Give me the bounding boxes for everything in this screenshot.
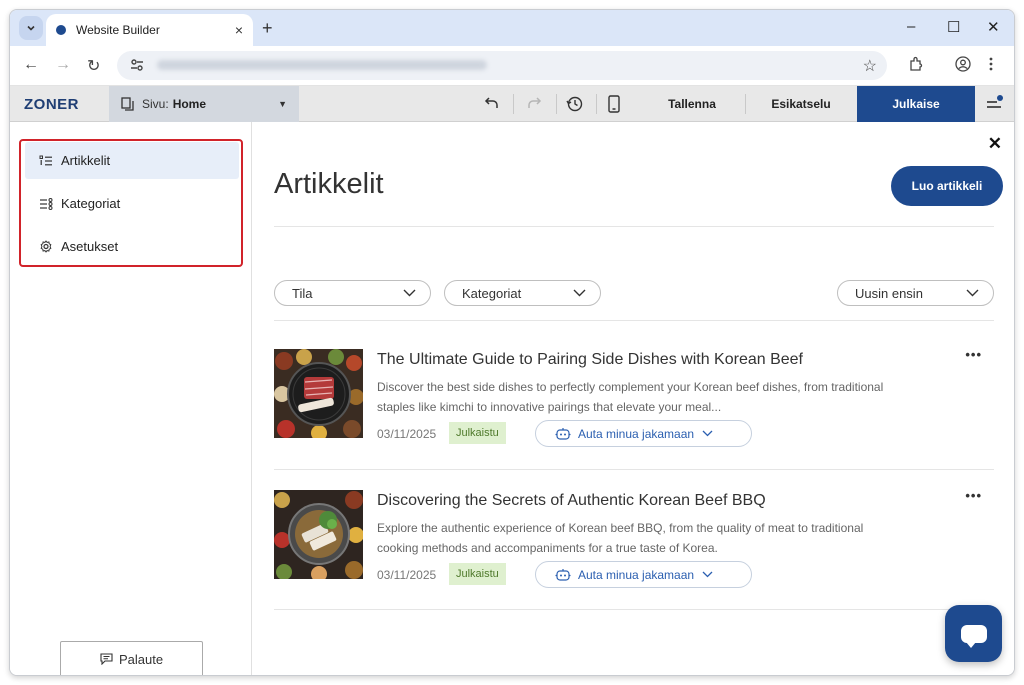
page-label: Sivu: xyxy=(142,97,169,111)
maximize-button[interactable]: ☐ xyxy=(947,18,960,36)
article-description: Discover the best side dishes to perfect… xyxy=(377,380,884,414)
feedback-label: Palaute xyxy=(118,651,164,667)
blurred-url xyxy=(157,60,487,70)
reload-button[interactable]: ↻ xyxy=(87,56,100,76)
korean-beef-image xyxy=(274,349,363,438)
caret-down-icon: ▼ xyxy=(278,99,287,109)
chevron-down-icon xyxy=(403,289,416,297)
page-title: Artikkelit xyxy=(274,168,384,200)
tab-close-icon[interactable]: × xyxy=(235,22,243,38)
page-selector[interactable]: Sivu: Home ▼ xyxy=(109,86,299,122)
divider xyxy=(274,226,994,227)
comment-icon xyxy=(100,653,113,665)
share-label: Auta minua jakamaan xyxy=(578,426,695,441)
mobile-view-icon[interactable] xyxy=(608,95,620,113)
divider xyxy=(274,320,994,321)
profile-icon[interactable] xyxy=(955,56,971,72)
sort-select[interactable]: Uusin ensin xyxy=(837,280,994,306)
article-date: 03/11/2025 xyxy=(377,427,437,441)
favicon-icon xyxy=(56,25,66,35)
url-input[interactable]: ☆ xyxy=(117,51,887,80)
more-options-icon[interactable]: ••• xyxy=(965,347,982,362)
article-thumbnail[interactable] xyxy=(274,349,363,438)
back-button[interactable]: ← xyxy=(23,56,39,74)
close-window-button[interactable]: ✕ xyxy=(987,18,1000,36)
close-panel-icon[interactable]: ✕ xyxy=(988,134,1002,154)
bookmark-star-icon[interactable]: ☆ xyxy=(863,56,877,76)
new-tab-button[interactable]: + xyxy=(262,18,273,39)
preview-button[interactable]: Esikatselu xyxy=(746,86,856,122)
toolbar-divider xyxy=(556,94,557,114)
article-date: 03/11/2025 xyxy=(377,568,437,582)
share-assist-button[interactable]: Auta minua jakamaan xyxy=(535,420,752,447)
article-row[interactable]: The Ultimate Guide to Pairing Side Dishe… xyxy=(274,347,994,447)
article-row[interactable]: Discovering the Secrets of Authentic Kor… xyxy=(274,488,994,588)
category-filter-label: Kategoriat xyxy=(462,285,522,301)
sidebar: Artikkelit Kategoriat Asetukset Palaute xyxy=(10,122,252,675)
toolbar-divider xyxy=(513,94,514,114)
browser-window: Website Builder × + – ☐ ✕ ← → ↻ ☆ ZONER … xyxy=(9,9,1015,676)
toolbar-divider xyxy=(596,94,597,114)
tab-search-button[interactable] xyxy=(19,16,43,40)
status-badge: Julkaistu xyxy=(449,563,506,585)
status-filter-label: Tila xyxy=(292,285,313,301)
more-options-icon[interactable]: ••• xyxy=(965,488,982,503)
divider xyxy=(274,609,994,610)
chevron-down-icon xyxy=(702,571,713,578)
status-filter[interactable]: Tila xyxy=(274,280,431,306)
article-description: Explore the authentic experience of Kore… xyxy=(377,521,864,555)
pages-icon xyxy=(121,97,134,111)
publish-button[interactable]: Julkaise xyxy=(857,86,975,122)
save-button[interactable]: Tallenna xyxy=(639,86,745,122)
chat-button[interactable] xyxy=(945,605,1002,662)
main-panel: ✕ Artikkelit Luo artikkeli Tila Kategori… xyxy=(253,122,1014,675)
tab-bar: Website Builder × + – ☐ ✕ xyxy=(10,10,1014,46)
share-assist-button[interactable]: Auta minua jakamaan xyxy=(535,561,752,588)
browser-menu-icon[interactable] xyxy=(988,56,994,72)
site-settings-icon[interactable] xyxy=(129,57,145,73)
share-label: Auta minua jakamaan xyxy=(578,567,695,582)
ai-assistant-icon xyxy=(555,427,571,440)
chat-bubble-icon xyxy=(960,624,987,648)
page-value: Home xyxy=(172,97,207,111)
minimize-button[interactable]: – xyxy=(907,18,915,35)
article-thumbnail[interactable] xyxy=(274,490,363,579)
notification-dot xyxy=(997,95,1003,101)
status-badge: Julkaistu xyxy=(449,422,506,444)
chevron-down-icon xyxy=(573,289,586,297)
undo-icon[interactable] xyxy=(484,95,500,111)
ai-assistant-icon xyxy=(555,568,571,581)
browser-tab[interactable]: Website Builder × xyxy=(46,14,253,46)
history-icon[interactable] xyxy=(566,95,583,112)
address-bar: ← → ↻ ☆ xyxy=(10,46,1014,86)
tab-title: Website Builder xyxy=(76,23,160,37)
selection-highlight xyxy=(19,139,243,267)
zoner-logo: ZONER xyxy=(24,96,79,113)
app-toolbar: ZONER Sivu: Home ▼ Tallenna Esikatselu J… xyxy=(10,86,1014,122)
redo-icon[interactable] xyxy=(526,95,542,111)
chevron-down-icon xyxy=(27,25,35,31)
category-filter[interactable]: Kategoriat xyxy=(444,280,601,306)
forward-button[interactable]: → xyxy=(55,56,71,74)
create-article-button[interactable]: Luo artikkeli xyxy=(891,166,1003,206)
feedback-button[interactable]: Palaute xyxy=(60,641,203,675)
divider xyxy=(274,469,994,470)
sort-label: Uusin ensin xyxy=(855,285,923,301)
chevron-down-icon xyxy=(702,430,713,437)
article-title[interactable]: Discovering the Secrets of Authentic Kor… xyxy=(377,492,766,510)
extensions-icon[interactable] xyxy=(908,56,924,72)
chevron-down-icon xyxy=(966,289,979,297)
korean-bbq-image xyxy=(274,490,363,579)
article-title[interactable]: The Ultimate Guide to Pairing Side Dishe… xyxy=(377,351,803,369)
